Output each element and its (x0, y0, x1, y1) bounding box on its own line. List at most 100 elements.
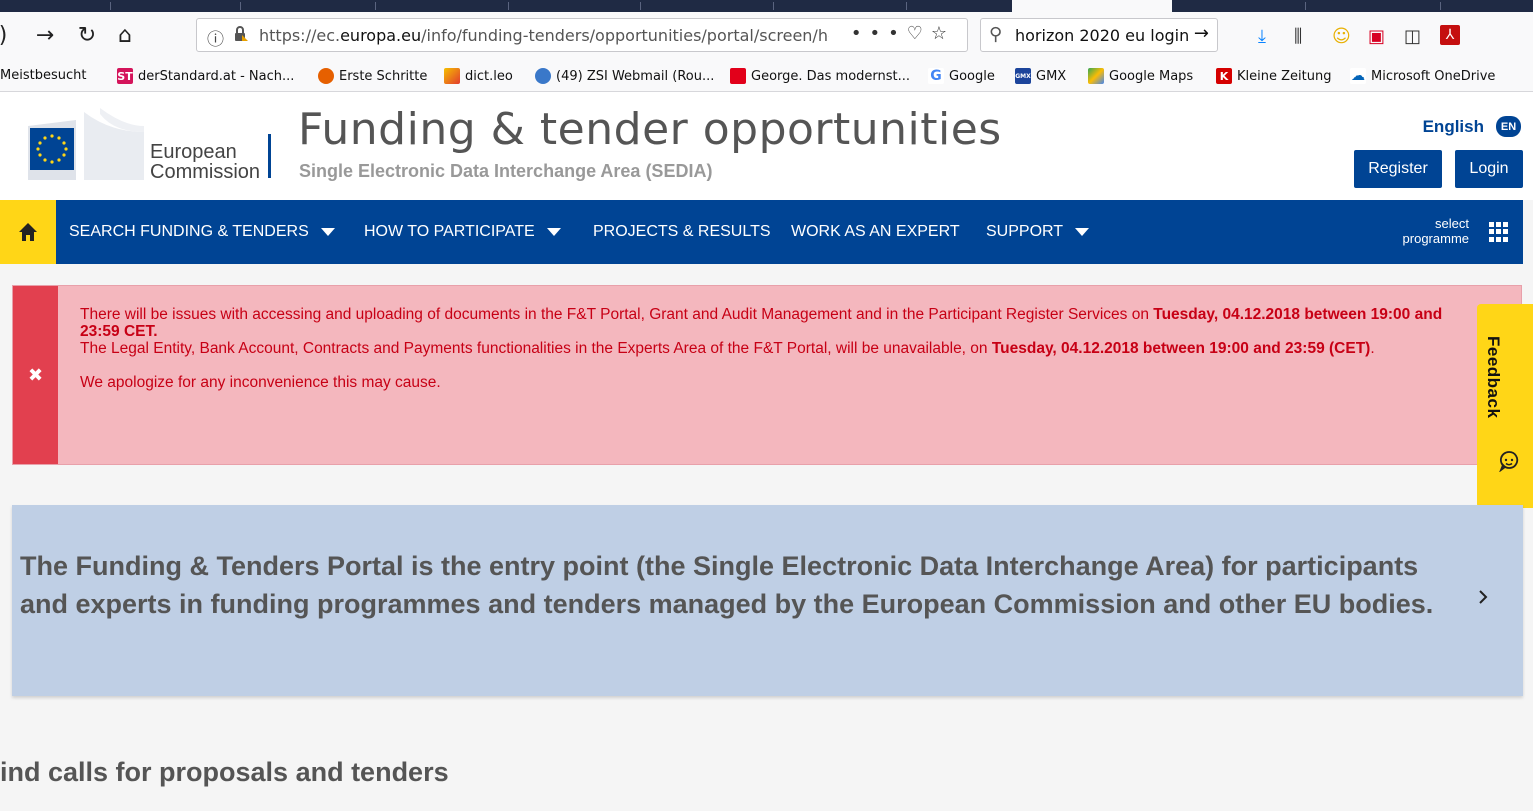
tab-separator (1305, 2, 1306, 10)
bookmark-item[interactable]: (49) ZSI Webmail (Rou... (535, 68, 714, 84)
bookmark-item[interactable]: ST derStandard.at - Nach... (117, 68, 294, 84)
browser-tab-strip (0, 0, 1533, 12)
caret-down-icon (1075, 228, 1090, 236)
chevron-right-icon[interactable] (1476, 590, 1490, 604)
bookmark-item[interactable]: K Kleine Zeitung (1216, 68, 1331, 84)
apps-grid-icon[interactable] (1489, 222, 1509, 242)
tab-separator (110, 2, 111, 10)
nav-label: WORK AS AN EXPERT (791, 223, 960, 240)
tab-separator (773, 2, 774, 10)
pocket-icon[interactable]: ♡ (907, 23, 931, 44)
logo-text-commission: Commission (150, 161, 260, 182)
pocket-extension-icon[interactable]: ▣ (1368, 26, 1385, 47)
select-programme-line2: programme (1402, 231, 1469, 246)
url-text[interactable]: https://ec.europa.eu/info/funding-tender… (259, 26, 829, 45)
google-maps-icon (1088, 68, 1104, 84)
back-button[interactable]: ) (0, 18, 20, 52)
pdf-extension-icon[interactable]: ⅄ (1440, 25, 1460, 45)
nav-label: HOW TO PARTICIPATE (364, 223, 535, 240)
nav-how-to-participate[interactable]: HOW TO PARTICIPATE (364, 200, 561, 264)
info-icon[interactable]: ⓘ (207, 25, 224, 50)
insecure-lock-icon[interactable] (233, 26, 249, 42)
bookmark-item[interactable]: G Google (928, 68, 995, 84)
gmx-icon: GMX (1015, 68, 1031, 84)
reload-button[interactable]: ↻ (70, 18, 104, 52)
search-go-icon[interactable]: → (1194, 23, 1209, 44)
bookmark-item[interactable]: Google Maps (1088, 68, 1193, 84)
language-label: English (1422, 116, 1484, 136)
bookmark-label: GMX (1036, 68, 1067, 84)
bookmark-label: Meistbesucht (0, 68, 87, 83)
feedback-speech-icon (1499, 451, 1519, 472)
register-button[interactable]: Register (1354, 150, 1442, 188)
feedback-tab[interactable]: Feedback (1477, 304, 1533, 508)
bookmark-label: (49) ZSI Webmail (Rou... (556, 68, 715, 84)
alert-close-button[interactable]: ✖ (13, 286, 58, 464)
webmail-icon (535, 68, 551, 84)
url-bar[interactable]: ⓘ https://ec.europa.eu/info/funding-tend… (196, 18, 968, 52)
main-navigation: SEARCH FUNDING & TENDERS HOW TO PARTICIP… (0, 200, 1523, 264)
download-icon[interactable]: ⤓ (1258, 26, 1266, 47)
intro-banner[interactable]: The Funding & Tenders Portal is the entr… (12, 505, 1523, 696)
alert-line2-end: . (1370, 340, 1375, 357)
page-title: Funding & tender opportunities (298, 104, 1002, 155)
nav-support[interactable]: SUPPORT (986, 200, 1090, 264)
close-icon: ✖ (27, 364, 44, 386)
george-icon (730, 68, 746, 84)
search-icon: ⚲ (989, 24, 1003, 45)
nav-work-as-expert[interactable]: WORK AS AN EXPERT (791, 200, 960, 264)
nav-label: SEARCH FUNDING & TENDERS (69, 223, 309, 240)
alert-line2-date: Tuesday, 04.12.2018 between 19:00 and 23… (991, 340, 1371, 357)
bookmark-item[interactable]: GMX GMX (1015, 68, 1066, 84)
logo-text-european: European (150, 141, 237, 163)
derstandard-icon: ST (117, 68, 133, 84)
select-programme-link[interactable]: select programme (1403, 216, 1469, 246)
nav-projects-results[interactable]: PROJECTS & RESULTS (593, 200, 771, 264)
site-header: European Commission Funding & tender opp… (0, 92, 1533, 200)
caret-down-icon (320, 228, 335, 236)
alert-apology: We apologize for any inconvenience this … (80, 374, 441, 391)
bookmark-item[interactable]: Meistbesucht (0, 68, 86, 83)
nav-label: SUPPORT (986, 223, 1064, 240)
home-button[interactable] (0, 200, 56, 264)
active-tab[interactable] (1012, 0, 1172, 12)
forward-button[interactable]: → (28, 18, 62, 52)
alert-line1: There will be issues with accessing and … (80, 306, 1154, 323)
emoji-extension-icon[interactable]: ☺ (1332, 26, 1351, 47)
alert-message: There will be issues with accessing and … (80, 306, 1480, 391)
library-icon[interactable]: ⫼ (1294, 26, 1302, 47)
bookmark-label: Google Maps (1109, 68, 1194, 84)
google-icon: G (928, 68, 944, 84)
page-subtitle: Single Electronic Data Interchange Area … (299, 161, 713, 181)
bookmark-item[interactable]: ☁ Microsoft OneDrive (1350, 68, 1495, 84)
bookmarks-toolbar: Meistbesucht ST derStandard.at - Nach... … (0, 62, 1533, 92)
tab-separator (240, 2, 241, 10)
select-programme-line1: select (1435, 216, 1469, 231)
tab-separator (1440, 2, 1441, 10)
sidebar-icon[interactable]: ◫ (1404, 26, 1421, 47)
bookmark-label: Google (949, 68, 995, 84)
bookmark-item[interactable]: dict.leo (444, 68, 513, 84)
maintenance-alert: ✖ There will be issues with accessing an… (12, 285, 1522, 465)
tab-separator (375, 2, 376, 10)
caret-down-icon (546, 228, 561, 236)
nav-search-funding-tenders[interactable]: SEARCH FUNDING & TENDERS (69, 200, 335, 264)
more-icon[interactable]: ••• (851, 23, 907, 44)
bookmark-star-icon[interactable]: ☆ (931, 23, 955, 44)
language-selector[interactable]: English EN (1423, 116, 1521, 137)
feedback-label: Feedback (1484, 336, 1503, 419)
home-icon[interactable]: ⌂ (108, 18, 142, 52)
page-actions: •••♡☆ (851, 23, 955, 44)
bookmark-label: Microsoft OneDrive (1371, 68, 1496, 84)
search-bar[interactable]: ⚲ horizon 2020 eu login → (980, 18, 1218, 52)
bookmark-item[interactable]: George. Das modernst... (730, 68, 910, 84)
european-commission-logo[interactable]: European Commission (14, 102, 284, 182)
nav-label: PROJECTS & RESULTS (593, 223, 771, 240)
bookmark-item[interactable]: Erste Schritte (318, 68, 427, 84)
bookmark-label: Kleine Zeitung (1237, 68, 1332, 84)
find-calls-heading: ind calls for proposals and tenders (0, 757, 449, 787)
tab-separator (508, 2, 509, 10)
search-input[interactable]: horizon 2020 eu login (1015, 26, 1189, 45)
tab-separator (640, 2, 641, 10)
login-button[interactable]: Login (1455, 150, 1523, 188)
